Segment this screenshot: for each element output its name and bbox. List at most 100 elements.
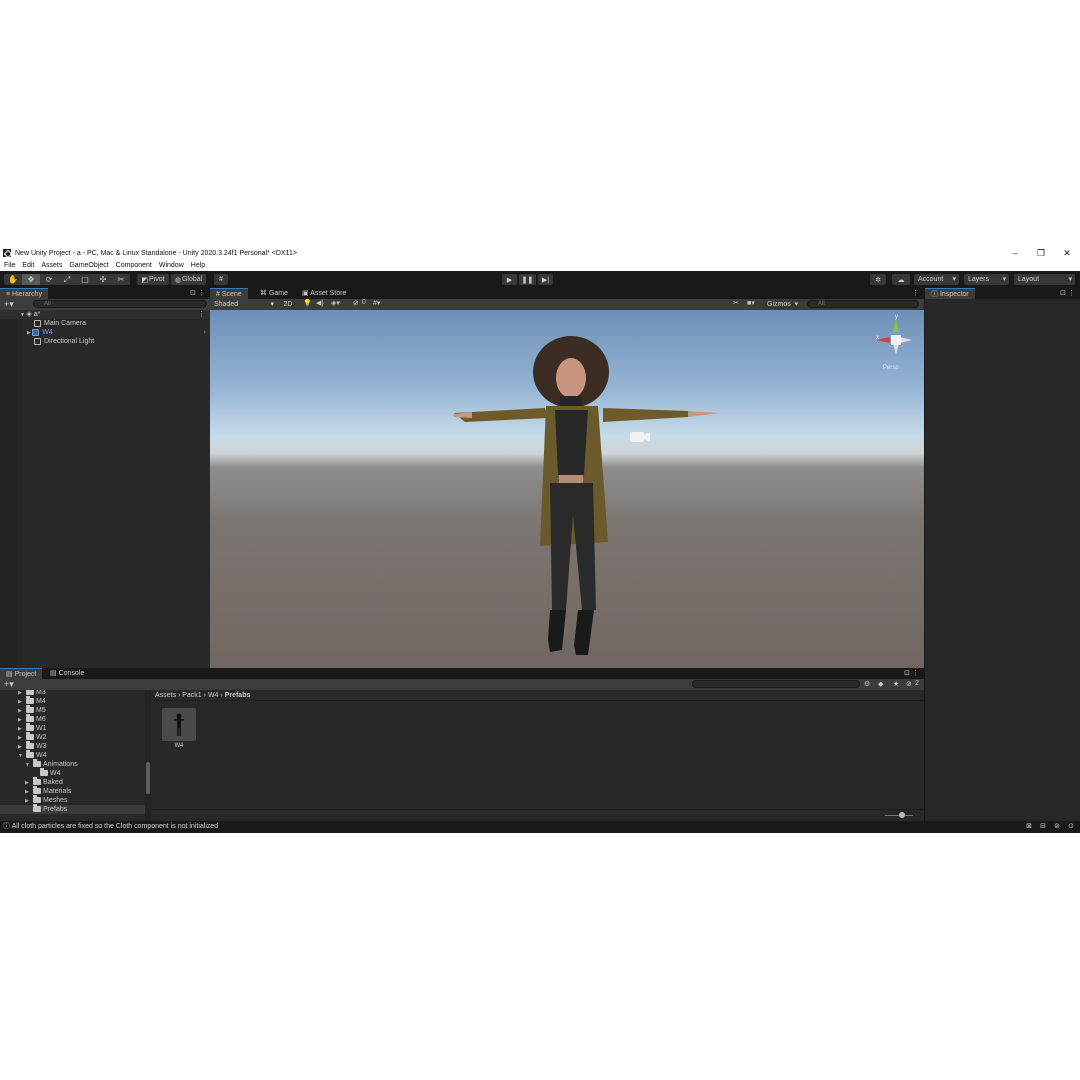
tree-scrollbar-thumb[interactable] bbox=[146, 762, 150, 794]
minimize-button[interactable]: – bbox=[1002, 246, 1028, 260]
folder-tree-item[interactable]: ▶ Materials bbox=[25, 786, 71, 796]
folder-tree-item[interactable]: Prefabs bbox=[0, 804, 145, 814]
tools-icon[interactable]: ✂ bbox=[733, 299, 739, 307]
shading-mode-dropdown[interactable]: Shaded bbox=[210, 299, 277, 310]
search-by-type-icon[interactable]: ⚙ bbox=[864, 680, 870, 688]
rect-tool-icon[interactable]: ▢ bbox=[76, 274, 94, 285]
collab-button[interactable]: ✲ bbox=[870, 274, 886, 285]
open-prefab-arrow-icon[interactable]: › bbox=[204, 328, 206, 337]
window-title: New Unity Project - a - PC, Mac & Linux … bbox=[15, 249, 297, 257]
favorite-star-icon[interactable]: ★ bbox=[893, 680, 899, 688]
breadcrumb-assets[interactable]: Assets bbox=[155, 692, 176, 699]
folder-tree-item[interactable]: ▶ M3 bbox=[18, 690, 46, 697]
tab-scene[interactable]: # Scene bbox=[210, 288, 248, 299]
tab-inspector[interactable]: ⓘ Inspector bbox=[925, 288, 975, 299]
create-asset-icon[interactable]: +▾ bbox=[4, 679, 14, 689]
progress-check-icon[interactable]: ⊙ bbox=[1068, 821, 1074, 833]
account-dropdown[interactable]: Account bbox=[914, 274, 959, 285]
scene-name: a* bbox=[33, 311, 41, 318]
grid-toggle-icon[interactable]: #▾ bbox=[373, 299, 380, 307]
step-button[interactable]: ▶| bbox=[538, 274, 553, 285]
bake-icon[interactable]: ⊟ bbox=[1040, 821, 1046, 833]
hierarchy-item-main-camera[interactable]: Main Camera bbox=[0, 319, 210, 328]
hidden-packages-icon[interactable]: ⊘ bbox=[906, 680, 912, 688]
menu-edit[interactable]: Edit bbox=[22, 262, 34, 269]
layout-dropdown[interactable]: Layout bbox=[1014, 274, 1075, 285]
breadcrumb-w4[interactable]: W4 bbox=[208, 692, 219, 699]
tab-project[interactable]: ▤ Project bbox=[0, 668, 43, 679]
project-search-input[interactable] bbox=[692, 680, 860, 688]
menu-component[interactable]: Component bbox=[116, 262, 152, 269]
menu-assets[interactable]: Assets bbox=[41, 262, 62, 269]
folder-label: W4 bbox=[36, 752, 47, 759]
inspector-more-icon[interactable]: ⋮ bbox=[1068, 289, 1075, 297]
rotate-tool-icon[interactable]: ⟳ bbox=[40, 274, 58, 285]
tab-game[interactable]: ⌘ Game bbox=[254, 288, 294, 299]
breadcrumb-pack1[interactable]: Pack1 bbox=[182, 692, 201, 699]
menu-help[interactable]: Help bbox=[191, 262, 205, 269]
camera-settings-icon[interactable]: ■▾ bbox=[747, 299, 755, 307]
orientation-gizmo[interactable] bbox=[876, 318, 912, 354]
folder-tree-item[interactable]: ▶ M6 bbox=[18, 714, 46, 724]
gizmos-dropdown[interactable]: Gizmos bbox=[763, 300, 801, 309]
project-lock-icon[interactable]: ⊡ bbox=[904, 669, 910, 677]
globe-icon: ◍ bbox=[174, 276, 181, 284]
breadcrumb-prefabs[interactable]: Prefabs bbox=[225, 692, 251, 699]
hierarchy-item-directional-light[interactable]: Directional Light bbox=[0, 337, 210, 346]
menu-file[interactable]: File bbox=[4, 262, 15, 269]
custom-tool-icon[interactable]: ✂ bbox=[112, 274, 130, 285]
auto-generate-lighting-icon[interactable]: ⊠ bbox=[1026, 821, 1032, 833]
pause-button[interactable]: ❚❚ bbox=[519, 274, 536, 285]
snap-grid-button[interactable]: # bbox=[214, 274, 228, 285]
asset-item-w4[interactable]: W4 bbox=[162, 708, 196, 752]
status-message[interactable]: All cloth particles are fixed so the Clo… bbox=[12, 823, 219, 830]
folder-tree-item[interactable]: ▶ W2 bbox=[18, 732, 47, 742]
scene-viewport[interactable]: x y Persp bbox=[210, 310, 924, 668]
hierarchy-item-w4[interactable]: ▶ W4 › bbox=[0, 328, 210, 337]
scene-more-options-icon[interactable]: ⋮ bbox=[912, 289, 919, 297]
tab-asset-store[interactable]: ▣ Asset Store bbox=[296, 288, 352, 299]
debug-icon[interactable]: ⊘ bbox=[1054, 821, 1060, 833]
hidden-objects-icon[interactable]: ⊘ bbox=[353, 299, 359, 307]
hierarchy-search-input[interactable]: All bbox=[33, 300, 207, 308]
play-button[interactable]: ▶ bbox=[502, 274, 517, 285]
lighting-icon[interactable]: 💡 bbox=[303, 299, 312, 307]
transform-tool-icon[interactable]: ✣ bbox=[94, 274, 112, 285]
lock-icon[interactable]: ⊡ bbox=[190, 289, 196, 297]
tab-console[interactable]: ▤ Console bbox=[44, 668, 90, 679]
tab-hierarchy[interactable]: ≡ Hierarchy bbox=[0, 288, 48, 299]
menu-bar: File Edit Assets GameObject Component Wi… bbox=[0, 260, 1080, 271]
cloud-button[interactable]: ☁ bbox=[892, 274, 910, 285]
zoom-slider-thumb[interactable] bbox=[899, 812, 905, 818]
folder-tree-item[interactable]: ▶ Baked bbox=[25, 777, 63, 787]
more-options-icon[interactable]: ⋮ bbox=[198, 289, 205, 297]
scene-search-input[interactable]: All bbox=[807, 300, 919, 308]
scene-row[interactable]: ▼ ◈ a* ⋮ bbox=[0, 310, 210, 319]
inspector-lock-icon[interactable]: ⊡ bbox=[1060, 289, 1066, 297]
move-tool-icon[interactable]: ✥ bbox=[22, 274, 40, 285]
folder-tree-item[interactable]: ▶ Meshes bbox=[25, 795, 68, 805]
restore-button[interactable]: ❐ bbox=[1028, 246, 1054, 260]
add-icon[interactable]: +▾ bbox=[4, 299, 14, 309]
menu-window[interactable]: Window bbox=[159, 262, 184, 269]
audio-icon[interactable]: ◀) bbox=[316, 299, 324, 307]
project-more-icon[interactable]: ⋮ bbox=[912, 669, 919, 677]
hand-tool-icon[interactable]: ✋ bbox=[4, 274, 22, 285]
close-button[interactable]: ✕ bbox=[1054, 246, 1080, 260]
search-by-label-icon[interactable]: ◆ bbox=[878, 680, 883, 688]
pivot-button[interactable]: ◩ Pivot bbox=[137, 274, 169, 285]
folder-tree-item[interactable]: ▶ W1 bbox=[18, 723, 47, 733]
global-button[interactable]: ◍ Global bbox=[171, 274, 206, 285]
projection-label[interactable]: Persp bbox=[883, 365, 899, 371]
scene-menu-icon[interactable]: ⋮ bbox=[198, 310, 205, 319]
layers-dropdown[interactable]: Layers bbox=[964, 274, 1009, 285]
tree-scrollbar[interactable] bbox=[145, 690, 151, 821]
folder-tree-item[interactable]: ▼ Animations bbox=[25, 759, 78, 769]
menu-gameobject[interactable]: GameObject bbox=[69, 262, 108, 269]
folder-tree-item[interactable]: ▶ W3 bbox=[18, 741, 47, 751]
folder-tree-item[interactable]: ▶ M5 bbox=[18, 705, 46, 715]
2d-toggle[interactable]: 2D bbox=[281, 300, 295, 309]
effects-icon[interactable]: ◈▾ bbox=[331, 299, 340, 307]
scale-tool-icon[interactable]: ⤢ bbox=[58, 274, 76, 285]
folder-tree-item[interactable]: ▶ M4 bbox=[18, 696, 46, 706]
